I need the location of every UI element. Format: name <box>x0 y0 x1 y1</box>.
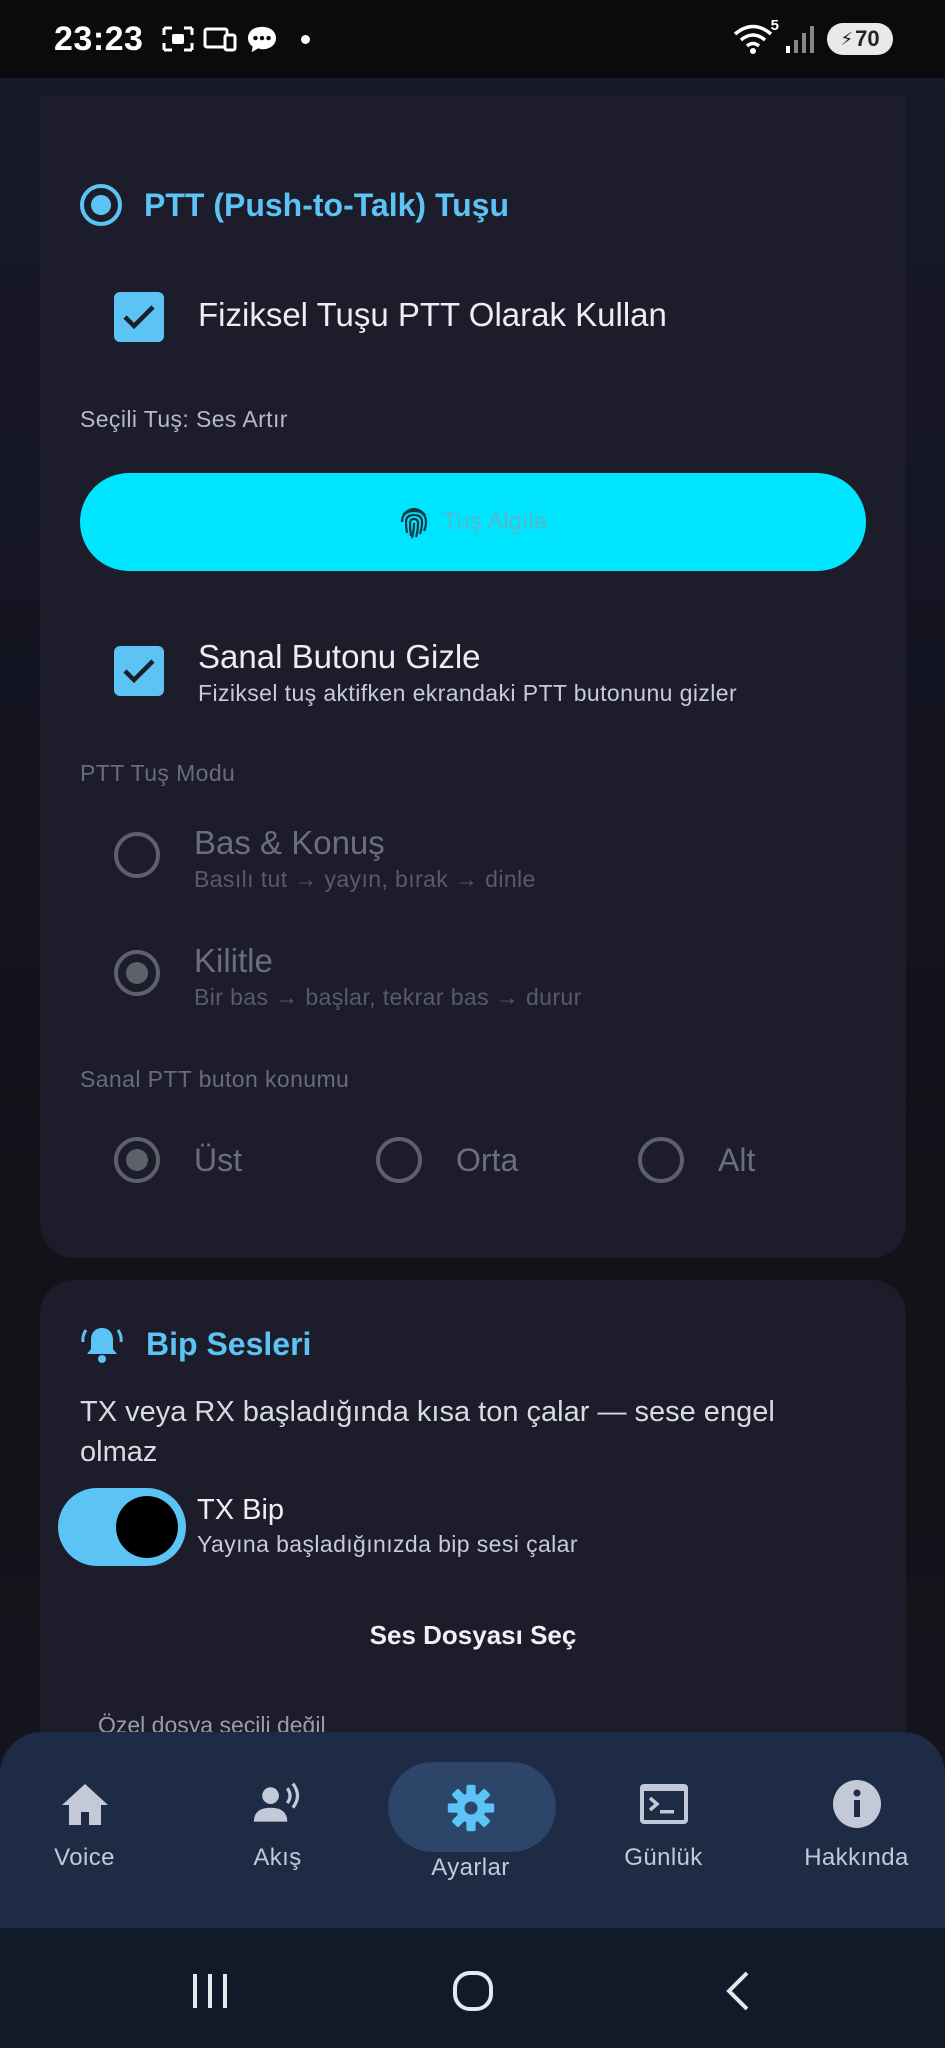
nav-label-gunluk: Günlük <box>624 1844 703 1871</box>
checkmark-icon <box>123 305 155 330</box>
battery-indicator: ⚡ 70 <box>827 23 893 55</box>
use-physical-key-checkbox[interactable] <box>114 292 164 342</box>
system-navigation-bar <box>0 1928 945 2048</box>
nav-label-voice: Voice <box>54 1844 115 1871</box>
position-middle-label: Orta <box>456 1141 519 1178</box>
position-option-bottom[interactable]: Alt <box>638 1137 755 1183</box>
record-voice-icon <box>252 1778 304 1830</box>
position-bottom-radio[interactable] <box>638 1137 684 1183</box>
mode-push-to-talk-text: Bas & Konuş Basılı tut → yayın, bırak → … <box>194 824 536 893</box>
home-icon <box>59 1778 111 1830</box>
mode-push-to-talk-radio[interactable] <box>114 832 160 878</box>
tx-bip-subtitle: Yayına başladığınızda bip sesi çalar <box>197 1531 578 1557</box>
nav-item-gunluk[interactable]: Günlük <box>569 1732 758 1928</box>
position-top-radio[interactable] <box>114 1137 160 1183</box>
hide-virtual-button-title: Sanal Butonu Gizle <box>198 638 481 675</box>
status-bar: 23:23 5 ⚡ 70 <box>0 0 945 78</box>
nav-label-hakkinda: Hakkında <box>804 1844 909 1871</box>
terminal-icon <box>638 1778 690 1830</box>
beep-description: TX veya RX başladığında kısa ton çalar —… <box>80 1396 775 1468</box>
notification-icons <box>161 25 311 53</box>
status-time: 23:23 <box>54 19 144 58</box>
screenshot-icon <box>162 26 194 52</box>
nav-item-hakkinda[interactable]: Hakkında <box>762 1732 945 1928</box>
tx-bip-title: TX Bip <box>197 1494 285 1526</box>
ptt-section-icon <box>80 184 122 226</box>
use-physical-key-row[interactable]: Fiziksel Tuşu PTT Olarak Kullan <box>114 292 667 342</box>
ptt-section-header: PTT (Push-to-Talk) Tuşu <box>80 184 509 226</box>
wifi-icon: 5 <box>733 17 779 55</box>
position-middle-radio[interactable] <box>376 1137 422 1183</box>
bottom-navigation: Voice Akış Ayarlar Günlük Hakkında <box>0 1732 945 1928</box>
ptt-settings-card: PTT (Push-to-Talk) Tuşu Fiziksel Tuşu PT… <box>40 96 906 1258</box>
more-notifications-dot <box>301 34 311 44</box>
gear-icon <box>445 1782 497 1834</box>
ptt-section-title: PTT (Push-to-Talk) Tuşu <box>144 186 509 223</box>
mode-option-lock[interactable]: Kilitle Bir bas → başlar, tekrar bas → d… <box>114 942 582 1011</box>
bell-icon <box>81 1328 123 1363</box>
settings-screen: 23:23 5 ⚡ 70 PTT (Push-to-Talk) Tuşu Fiz… <box>0 0 945 2048</box>
back-button[interactable] <box>708 1968 768 2014</box>
virtual-ptt-position-label: Sanal PTT buton konumu <box>80 1066 350 1092</box>
position-top-label: Üst <box>194 1141 242 1178</box>
beep-section-header: Bip Sesleri <box>80 1322 311 1366</box>
hide-virtual-button-text: Sanal Butonu Gizle Fiziksel tuş aktifken… <box>198 638 737 707</box>
mode-push-to-talk-title: Bas & Konuş <box>194 824 385 861</box>
ptt-mode-label: PTT Tuş Modu <box>80 760 236 786</box>
position-option-top[interactable]: Üst <box>114 1137 242 1183</box>
nav-item-ayarlar[interactable]: Ayarlar <box>376 1732 565 1928</box>
recents-button[interactable] <box>180 1968 240 2014</box>
wifi-badge: 5 <box>770 17 779 34</box>
hide-virtual-button-checkbox[interactable] <box>114 646 164 696</box>
position-bottom-label: Alt <box>718 1141 756 1178</box>
mode-lock-text: Kilitle Bir bas → başlar, tekrar bas → d… <box>194 942 582 1011</box>
fingerprint-icon <box>400 507 427 539</box>
chat-icon <box>248 26 277 53</box>
mode-lock-subtitle: Bir bas → başlar, tekrar bas → durur <box>194 984 582 1010</box>
info-icon <box>831 1778 883 1830</box>
tx-bip-toggle[interactable] <box>58 1488 186 1566</box>
mode-lock-title: Kilitle <box>194 942 273 979</box>
signal-icon <box>786 26 814 53</box>
battery-level: 70 <box>855 26 880 51</box>
selected-key-label: Seçili Tuş: Ses Artır <box>80 406 288 432</box>
home-button[interactable] <box>443 1968 503 2014</box>
charging-icon: ⚡ <box>840 28 854 49</box>
hide-virtual-button-row[interactable]: Sanal Butonu Gizle Fiziksel tuş aktifken… <box>114 638 737 707</box>
system-indicators: 5 ⚡ 70 <box>733 17 893 55</box>
nav-label-ayarlar: Ayarlar <box>431 1854 510 1881</box>
position-option-middle[interactable]: Orta <box>376 1137 518 1183</box>
hide-virtual-button-subtitle: Fiziksel tuş aktifken ekrandaki PTT buto… <box>198 680 738 706</box>
mode-push-to-talk-subtitle: Basılı tut → yayın, bırak → dinle <box>194 866 536 892</box>
home-circle-icon <box>453 1971 493 2011</box>
select-sound-file-button[interactable]: Ses Dosyası Seç <box>40 1620 906 1651</box>
nav-label-akis: Akış <box>253 1844 302 1871</box>
beep-section-title: Bip Sesleri <box>146 1325 312 1362</box>
use-physical-key-label: Fiziksel Tuşu PTT Olarak Kullan <box>198 296 667 333</box>
nav-item-voice[interactable]: Voice <box>0 1732 179 1928</box>
tx-bip-toggle-knob <box>116 1496 178 1558</box>
tx-bip-text: TX Bip Yayına başladığınızda bip sesi ça… <box>197 1494 578 1558</box>
back-icon <box>726 1971 749 2011</box>
detect-key-button[interactable]: Tuş Algıla <box>80 473 866 571</box>
nav-item-akis[interactable]: Akış <box>183 1732 372 1928</box>
recents-icon <box>193 1974 227 2008</box>
devices-icon <box>203 27 237 52</box>
mode-lock-radio[interactable] <box>114 950 160 996</box>
mode-option-push-to-talk[interactable]: Bas & Konuş Basılı tut → yayın, bırak → … <box>114 824 536 893</box>
checkmark-icon <box>123 659 155 684</box>
detect-key-label: Tuş Algıla <box>442 508 548 535</box>
